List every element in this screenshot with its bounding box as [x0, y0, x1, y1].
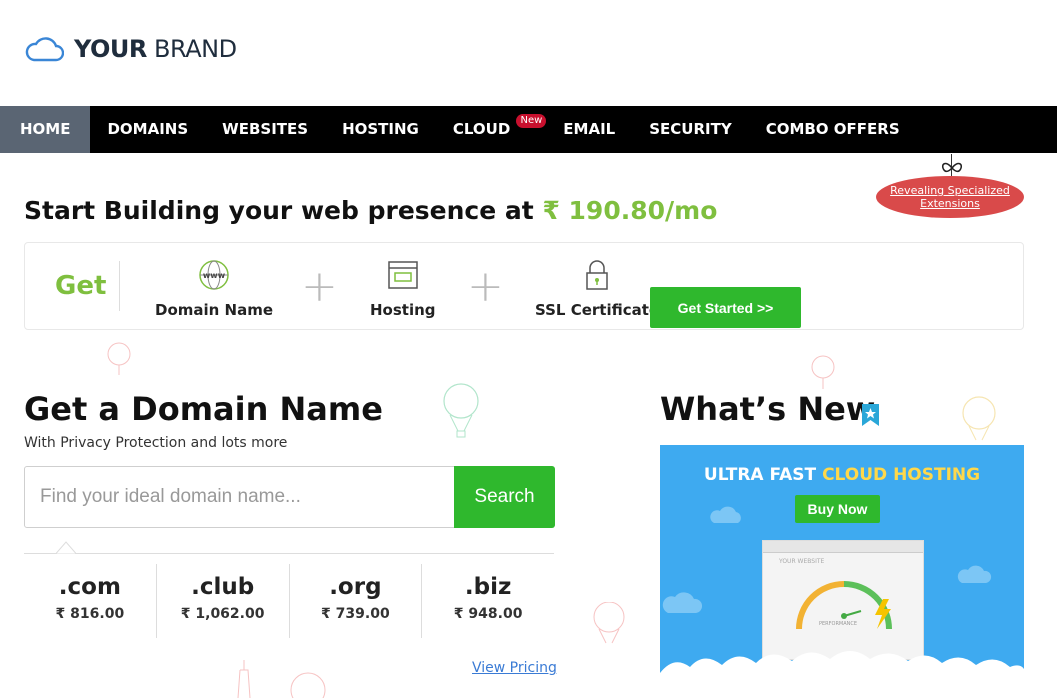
promo-title: ULTRA FAST CLOUD HOSTING	[660, 465, 1024, 485]
nav-item-security[interactable]: SECURITY	[632, 106, 748, 153]
pointer-arrow-icon	[56, 541, 76, 554]
balloon-decoration-icon	[290, 672, 326, 698]
bundle-item-ssl-label: SSL Certificate	[535, 301, 660, 319]
tld-item-biz[interactable]: .biz ₹ 948.00	[422, 564, 554, 638]
plus-icon: +	[301, 261, 338, 312]
tld-extension: .org	[329, 574, 382, 600]
tld-item-org[interactable]: .org ₹ 739.00	[290, 564, 423, 638]
header: YOUR BRAND	[0, 0, 1057, 106]
bundle-box: Get www Domain Name + Hosting + SSL Cert…	[24, 242, 1024, 330]
bundle-item-hosting-label: Hosting	[370, 301, 436, 319]
balloon-decoration-icon	[443, 383, 479, 438]
nav-item-cloud-label: CLOUD	[452, 120, 511, 138]
cloud-decoration-icon	[662, 592, 702, 613]
bundle-item-domain-label: Domain Name	[155, 301, 274, 319]
whats-new-title: What’s New	[660, 390, 876, 428]
brand-name: YOUR BRAND	[74, 35, 237, 63]
browser-toolbar	[763, 541, 923, 553]
tld-list: .com ₹ 816.00 .club ₹ 1,062.00 .org ₹ 73…	[24, 564, 554, 638]
search-button[interactable]: Search	[454, 466, 555, 528]
plus-icon: +	[467, 261, 504, 312]
tld-item-club[interactable]: .club ₹ 1,062.00	[157, 564, 290, 638]
view-pricing-link[interactable]: View Pricing	[472, 660, 557, 676]
brand-logo[interactable]: YOUR BRAND	[24, 34, 237, 64]
ribbon-bow-icon	[941, 162, 963, 173]
revealing-tag-label[interactable]: Revealing Specialized Extensions	[876, 176, 1024, 218]
domain-search-input[interactable]	[25, 467, 453, 527]
tld-item-com[interactable]: .com ₹ 816.00	[24, 564, 157, 638]
domain-section-subtitle: With Privacy Protection and lots more	[24, 435, 288, 451]
brand-name-bold: YOUR	[74, 35, 147, 63]
main-nav: HOME DOMAINS WEBSITES HOSTING CLOUD New …	[0, 106, 1057, 153]
revealing-line1: Revealing Specialized	[890, 184, 1010, 197]
divider	[24, 553, 554, 554]
nav-item-cloud[interactable]: CLOUD New	[436, 106, 547, 153]
tld-extension: .club	[191, 574, 255, 600]
promo-title-highlight: CLOUD HOSTING	[822, 465, 981, 485]
star-bookmark-icon	[862, 404, 879, 426]
cloud-decoration-icon	[710, 506, 741, 523]
www-globe-icon: www	[199, 260, 229, 290]
balloon-decoration-icon	[107, 342, 131, 375]
nav-item-combo-offers[interactable]: COMBO OFFERS	[749, 106, 917, 153]
tld-extension: .biz	[464, 574, 512, 600]
headline-text: Start Building your web presence at	[24, 196, 543, 225]
nav-item-email[interactable]: EMAIL	[546, 106, 632, 153]
tld-price: ₹ 948.00	[453, 606, 523, 622]
cloud-hosting-promo-banner[interactable]: ULTRA FAST CLOUD HOSTING Buy Now YOUR WE…	[660, 445, 1024, 698]
get-label: Get	[55, 271, 107, 301]
buy-now-button[interactable]: Buy Now	[795, 495, 880, 523]
promo-title-prefix: ULTRA FAST	[703, 465, 823, 485]
svg-text:www: www	[203, 271, 226, 280]
nav-item-hosting[interactable]: HOSTING	[325, 106, 436, 153]
tld-price: ₹ 1,062.00	[180, 606, 265, 622]
divider	[119, 261, 120, 311]
tower-decoration-icon	[237, 660, 251, 698]
server-window-icon	[388, 261, 418, 289]
tld-price: ₹ 739.00	[321, 606, 390, 622]
get-started-button[interactable]: Get Started >>	[650, 287, 801, 328]
revealing-line2: Extensions	[920, 197, 980, 210]
new-badge: New	[516, 114, 547, 128]
nav-item-domains[interactable]: DOMAINS	[90, 106, 205, 153]
tld-extension: .com	[58, 574, 121, 600]
browser-performance-label: PERFORMANCE	[819, 621, 858, 627]
bundle-item-hosting: Hosting	[370, 259, 436, 319]
nav-item-home[interactable]: HOME	[0, 106, 91, 153]
nav-item-websites[interactable]: WEBSITES	[205, 106, 325, 153]
browser-site-label: YOUR WEBSITE	[779, 558, 825, 565]
domain-section-title: Get a Domain Name	[24, 390, 383, 428]
cloud-decoration-icon	[957, 565, 992, 583]
cloud-bottom-decoration	[660, 651, 1024, 698]
revealing-extensions-tag[interactable]: Revealing Specialized Extensions	[876, 154, 1024, 218]
balloon-decoration-icon	[593, 602, 625, 644]
bundle-item-ssl: SSL Certificate	[535, 259, 659, 319]
brand-name-light: BRAND	[146, 35, 237, 63]
browser-mockup: YOUR WEBSITE PERFORMANCE	[762, 540, 924, 660]
domain-search-box: Search	[24, 466, 555, 528]
headline-price: ₹ 190.80/mo	[542, 196, 718, 225]
cloud-logo-icon	[25, 37, 64, 62]
balloon-decoration-icon	[811, 355, 835, 389]
page-headline: Start Building your web presence at ₹ 19…	[24, 196, 717, 225]
padlock-icon	[586, 260, 608, 290]
tld-price: ₹ 816.00	[55, 606, 125, 622]
balloon-decoration-icon	[962, 396, 996, 441]
bundle-item-domain: www Domain Name	[155, 259, 273, 319]
